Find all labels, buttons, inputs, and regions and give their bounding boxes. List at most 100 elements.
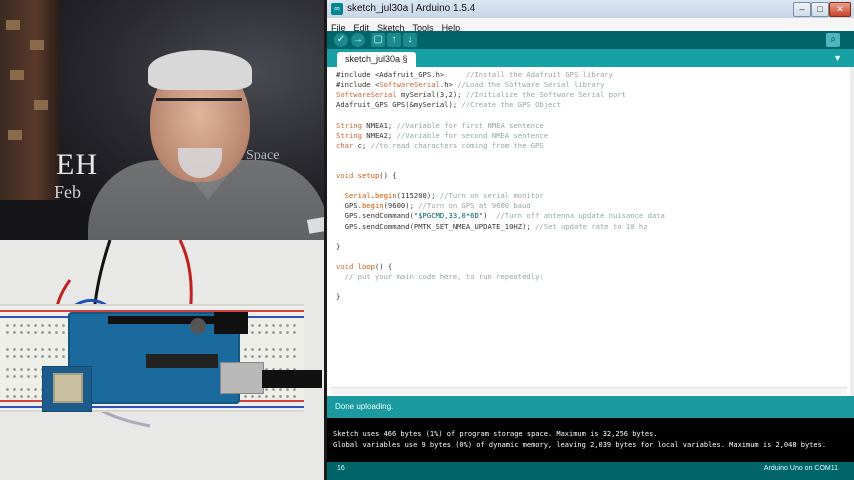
capacitor [190,318,206,334]
board-port-label: Arduino Uno on COM11 [763,465,838,472]
code-token: String [336,130,362,140]
code-line: char c; //to read characters coming from… [336,141,544,151]
video-feed: EH Feb Space [0,0,324,480]
code-token: .h> [439,80,458,90]
code-line: SoftwareSerial mySerial(3,2); //Initiali… [336,90,626,100]
presenter-camera: EH Feb Space [0,0,324,250]
code-token: (9600); [383,201,419,211]
code-line: String NMEA1; //Variable for first NMEA … [336,121,544,131]
title-bar[interactable]: ∞ sketch_jul30a | Arduino 1.5.4 – □ ✕ [327,0,854,19]
code-token: //Load the Software Serial library [457,80,605,90]
code-line: GPS.sendCommand("$PGCMD,33,0*6D") //Turn… [336,211,665,221]
presenter [78,40,324,250]
code-token: c; [353,140,371,150]
gps-antenna [53,373,83,403]
new-sketch-icon[interactable]: ▢ [371,33,385,47]
code-token: SoftwareSerial [336,90,397,100]
code-token: GPS.sendCommand( [336,211,414,221]
code-token: () { [379,171,397,180]
code-line: } [336,242,340,252]
background-shelf [0,0,60,200]
upload-icon[interactable]: → [351,33,365,47]
code-token: //Set update rate to 10 hz [535,221,648,231]
code-token: } [336,241,341,251]
code-token: //Install the Adafruit GPS library [465,70,613,79]
power-jack [214,312,248,334]
line-number: 16 [337,465,345,472]
code-token: // put your main code here, to run repea… [344,272,544,281]
code-token: char [336,140,354,150]
usb-connector [220,362,264,394]
console-output: Sketch uses 466 bytes (1%) of program st… [327,418,854,462]
serial-monitor-icon[interactable]: ⌕ [826,33,840,47]
code-token: GPS. [336,201,362,211]
console-line: Sketch uses 466 bytes (1%) of program st… [333,430,658,438]
status-message: Done uploading. [335,402,394,411]
code-token: "$PGCMD,33,0*6D" [413,211,484,221]
code-line: void setup() { [336,171,397,181]
code-token: //Create the GPS Object [461,100,562,110]
code-token: void [336,171,354,180]
code-line: } [336,292,340,302]
code-token: #include < [336,80,380,90]
code-token: //Turn on GPS at 9600 baud [418,201,531,211]
toolbar: ✓ → ▢ ↑ ↓ ⌕ [327,31,854,49]
usb-cable [262,370,322,388]
tab-sketch[interactable]: sketch_jul30a § [337,52,416,67]
code-line: String NMEA2; //Variable for second NMEA… [336,131,548,141]
code-line: #include <SoftwareSerial.h> //Load the S… [336,80,604,90]
code-token: mySerial(3,2); [396,90,466,100]
code-token: //Turn off antenna update nuisance data [496,211,665,221]
tab-bar: sketch_jul30a § ▼ [327,49,854,67]
poster-subtext: Feb [54,182,81,202]
save-sketch-icon[interactable]: ↓ [403,33,417,47]
menu-bar: File Edit Sketch Tools Help [327,18,854,33]
code-token: setup [357,171,380,180]
code-editor[interactable]: #include <Adafruit_GPS.h> //Install the … [327,67,850,396]
code-token: Adafruit_GPS GPS(&mySerial); [336,100,462,110]
code-token: #include <Adafruit_GPS.h> [336,70,466,79]
code-token: //Variable for first NMEA sentence [396,120,544,130]
status-bar: Done uploading. [327,396,854,418]
code-token: NMEA1; [361,120,397,130]
code-token: () { [374,261,393,271]
horizontal-scrollbar[interactable] [331,387,847,395]
code-token: GPS.sendCommand(PMTK_SET_NMEA_UPDATE_10H… [336,221,536,231]
code-token: Serial [344,191,371,201]
code-token: //to read characters coming from the GPS [370,140,544,150]
open-sketch-icon[interactable]: ↑ [387,33,401,47]
code-token: } [336,292,341,302]
code-token: SoftwareSerial [379,80,440,90]
code-token: ) [483,211,497,221]
code-line: Serial.begin(115200); //Turn on serial m… [336,191,544,201]
code-token: //Initialize the Software Serial port [465,90,626,100]
code-token: NMEA2; [361,130,397,140]
code-token: //Variable for second NMEA sentence [396,130,549,140]
code-line: // put your main code here, to run repea… [336,272,544,282]
footer-bar: 16 Arduino Uno on COM11 [327,462,854,480]
console-line: Global variables use 9 bytes (0%) of dyn… [333,441,827,449]
code-token: begin [374,191,397,201]
arduino-app-icon: ∞ [331,3,343,15]
code-token: void [336,261,354,271]
code-token: begin [361,201,384,211]
vertical-scrollbar[interactable] [850,67,854,396]
code-token: (115200); [396,191,440,201]
code-line: GPS.sendCommand(PMTK_SET_NMEA_UPDATE_10H… [336,222,648,232]
code-line: #include <Adafruit_GPS.h> //Install the … [336,70,613,80]
tab-menu-icon[interactable]: ▼ [833,53,842,63]
code-token: //Turn on serial monitor [439,191,544,201]
maximize-button[interactable]: □ [811,2,829,17]
code-line: void loop() { [336,262,392,272]
code-line: Adafruit_GPS GPS(&mySerial); //Create th… [336,100,561,110]
arduino-ide-window: ∞ sketch_jul30a | Arduino 1.5.4 – □ ✕ Fi… [327,0,854,480]
code-token: String [336,120,362,130]
close-button[interactable]: ✕ [829,2,851,17]
verify-icon[interactable]: ✓ [334,33,348,47]
code-token: loop [357,261,375,271]
gps-module [42,366,92,412]
code-line: GPS.begin(9600); //Turn on GPS at 9600 b… [336,201,531,211]
minimize-button[interactable]: – [793,2,811,17]
